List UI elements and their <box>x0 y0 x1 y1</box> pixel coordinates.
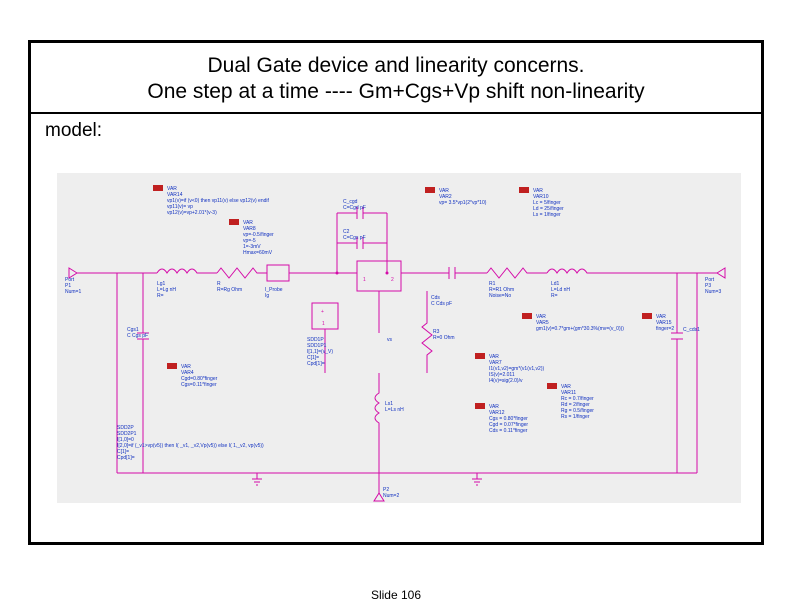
iprobe-name: Ig <box>265 293 269 299</box>
sdd2p-l3: Cpd[1]= <box>117 455 135 461</box>
port-out-num: Num=3 <box>705 289 721 295</box>
cds1-ref: C_cds1 <box>683 327 700 333</box>
ls1-val: L=Ls nH <box>385 407 404 413</box>
var8-l3: Hmax=60mV <box>243 250 273 256</box>
svg-text:1: 1 <box>322 321 325 327</box>
slide-title: Dual Gate device and linearity concerns.… <box>31 43 761 110</box>
slide-number: Slide 106 <box>0 588 792 602</box>
title-line-2: One step at a time ---- Gm+Cgs+Vp shift … <box>49 79 743 105</box>
cds-val: C Cds pF <box>431 301 452 307</box>
var12-l2: Cds = 0.11*finger <box>489 428 528 434</box>
vs-node-label: vs <box>387 337 393 343</box>
r3-val: R=0 Ohm <box>433 335 455 341</box>
var7-l2: I4(v)=sig(2.0)/v <box>489 378 523 384</box>
var14-l2: vp12(v)=vp+2.01*(v-3) <box>167 210 217 216</box>
var10-l2: Ls = 1/finger <box>533 212 561 218</box>
svg-text:2: 2 <box>391 277 394 283</box>
var2-l0: vp= 3.5*vp1(2*vp*10) <box>439 200 487 206</box>
var15-l0: finger=2 <box>656 326 674 332</box>
rg-val: R=Rg Ohm <box>217 287 242 293</box>
var5-l0: gm1(v)=0.7*gm+(gm*30.3%(mv=(v_0))) <box>536 326 624 332</box>
cgd-val: C=Cgd pF <box>343 205 366 211</box>
sdd2p-l1: I[2,0]=if (_v1>vp(v5)) then I( _v1, _v2,… <box>117 443 264 449</box>
lg1-r: R= <box>157 293 164 299</box>
cgs1-val: C Cgs pF <box>127 333 148 339</box>
schematic-svg: 1 2 + 1 <box>57 173 741 503</box>
title-line-1: Dual Gate device and linearity concerns. <box>49 53 743 79</box>
model-label: model: <box>31 114 761 142</box>
slide-frame: Dual Gate device and linearity concerns.… <box>28 40 764 545</box>
schematic-canvas: 1 2 + 1 <box>57 173 741 503</box>
r1-noise: Noise=No <box>489 293 511 299</box>
svg-text:+: + <box>321 309 324 315</box>
ld1-r: R= <box>551 293 558 299</box>
var4-l1: Cgs=0.11*finger <box>181 382 217 388</box>
port-bot-num: Num=2 <box>383 493 399 499</box>
svg-text:1: 1 <box>363 277 366 283</box>
port-in-num: Num=1 <box>65 289 81 295</box>
sdd1p-l2: Cpd[1]= <box>307 361 325 367</box>
cgs-val: C=Cgs pF <box>343 235 366 241</box>
var11-l3: Rs = 1/finger <box>561 414 590 420</box>
